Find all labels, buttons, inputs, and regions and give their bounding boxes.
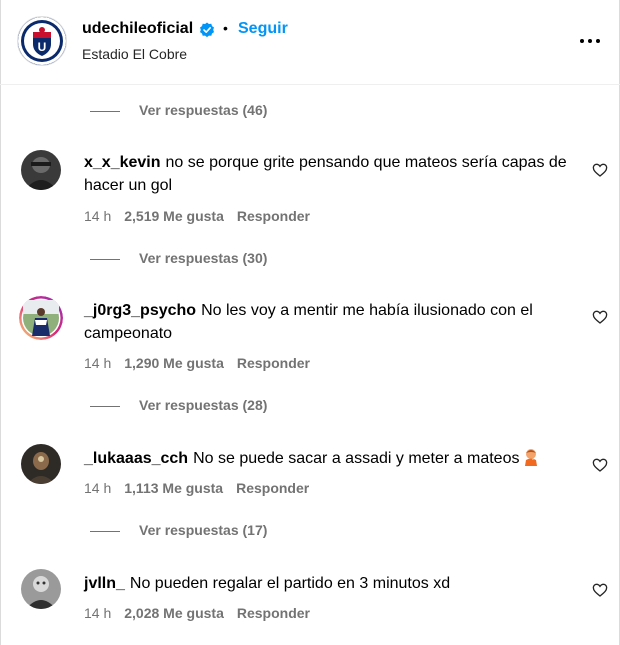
avatar-image bbox=[19, 296, 63, 340]
comment-username[interactable]: jvlln_ bbox=[84, 575, 125, 592]
replies-line bbox=[90, 406, 120, 407]
commenter-avatar[interactable] bbox=[21, 444, 61, 484]
replies-line bbox=[90, 531, 120, 532]
reply-button[interactable]: Responder bbox=[237, 355, 310, 371]
comment-meta: 14 h 1,113 Me gusta Responder bbox=[84, 480, 322, 496]
view-replies-label[interactable]: Ver respuestas (28) bbox=[139, 397, 267, 413]
comment-likes[interactable]: 2,028 Me gusta bbox=[124, 605, 224, 621]
comment-body: _j0rg3_psycho No les voy a mentir me habí… bbox=[84, 299, 576, 345]
reply-button[interactable]: Responder bbox=[237, 605, 310, 621]
person-facepalming-emoji bbox=[525, 449, 538, 466]
post-comments-panel: U udechileoficial • Seguir Estadio El Co… bbox=[0, 0, 620, 645]
comment-username[interactable]: _j0rg3_psycho bbox=[84, 302, 196, 319]
heart-icon[interactable] bbox=[592, 582, 608, 598]
avatar-image bbox=[21, 150, 61, 190]
comment-time[interactable]: 14 h bbox=[84, 355, 111, 371]
replies-line bbox=[90, 111, 120, 112]
header-divider bbox=[0, 84, 620, 85]
comment-time[interactable]: 14 h bbox=[84, 605, 111, 621]
reply-button[interactable]: Responder bbox=[236, 480, 309, 496]
reply-button[interactable]: Responder bbox=[237, 208, 310, 224]
comment-meta: 14 h 2,028 Me gusta Responder bbox=[84, 605, 323, 621]
comment-likes[interactable]: 1,113 Me gusta bbox=[124, 480, 223, 496]
commenter-avatar-story[interactable] bbox=[19, 296, 63, 340]
comment-username[interactable]: x_x_kevin bbox=[84, 154, 161, 171]
view-replies-label[interactable]: Ver respuestas (30) bbox=[139, 250, 267, 266]
comment-time[interactable]: 14 h bbox=[84, 208, 111, 224]
comment-body: _lukaaas_cch No se puede sacar a assadi y… bbox=[84, 447, 576, 470]
heart-icon[interactable] bbox=[592, 162, 608, 178]
comment-body: x_x_kevin no se porque grite pensando que… bbox=[84, 151, 576, 197]
comment-likes[interactable]: 1,290 Me gusta bbox=[124, 355, 224, 371]
avatar-image bbox=[21, 569, 61, 609]
replies-line bbox=[90, 259, 120, 260]
heart-icon[interactable] bbox=[592, 309, 608, 325]
comment-text: No pueden regalar el partido en 3 minuto… bbox=[129, 575, 451, 592]
comment-meta: 14 h 1,290 Me gusta Responder bbox=[84, 355, 323, 371]
post-location[interactable]: Estadio El Cobre bbox=[82, 46, 187, 62]
comment-likes[interactable]: 2,519 Me gusta bbox=[124, 208, 224, 224]
follow-button[interactable]: Seguir bbox=[238, 20, 288, 38]
verified-badge-icon bbox=[200, 22, 214, 38]
comment-time[interactable]: 14 h bbox=[84, 480, 111, 496]
comment-meta: 14 h 2,519 Me gusta Responder bbox=[84, 208, 323, 224]
comment-text: No se puede sacar a assadi y meter a mat… bbox=[193, 450, 520, 467]
view-replies-label[interactable]: Ver respuestas (17) bbox=[139, 522, 267, 538]
commenter-avatar[interactable] bbox=[21, 569, 61, 609]
post-header: U udechileoficial • Seguir Estadio El Co… bbox=[0, 0, 620, 84]
more-options-icon[interactable] bbox=[578, 30, 602, 50]
separator-dot: • bbox=[223, 20, 228, 36]
comment-username[interactable]: _lukaaas_cch bbox=[84, 450, 188, 467]
svg-text:U: U bbox=[38, 40, 47, 54]
panel-border-left bbox=[0, 0, 1, 645]
account-username[interactable]: udechileoficial bbox=[82, 20, 193, 38]
account-avatar[interactable]: U bbox=[17, 16, 67, 66]
club-crest-icon: U bbox=[18, 17, 66, 65]
avatar-image bbox=[21, 444, 61, 484]
comment-body: jvlln_ No pueden regalar el partido en 3 … bbox=[84, 572, 576, 595]
view-replies-label[interactable]: Ver respuestas (46) bbox=[139, 102, 267, 118]
heart-icon[interactable] bbox=[592, 457, 608, 473]
commenter-avatar[interactable] bbox=[21, 150, 61, 190]
